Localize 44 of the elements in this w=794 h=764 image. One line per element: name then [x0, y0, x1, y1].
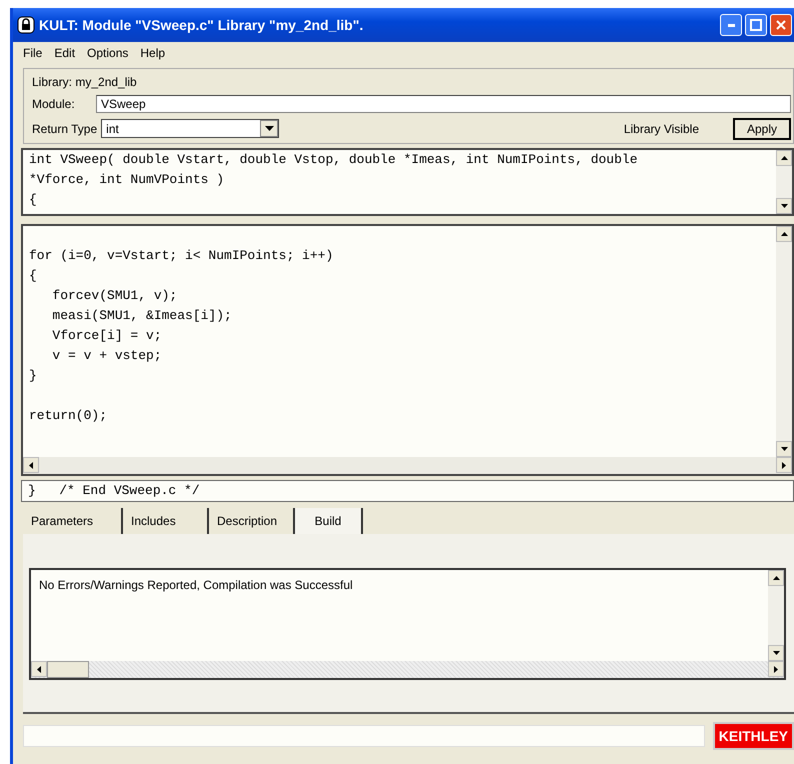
- right-arrow-icon: [774, 666, 778, 672]
- code-text: int VSweep( double Vstart, double Vstop, double *Imeas, int NumIPoints, double *Vforce, int NumVPoints ) {: [28, 151, 638, 209]
- maximize-button[interactable]: [745, 14, 767, 36]
- down-arrow-icon: [772, 651, 780, 655]
- minimize-icon: [728, 24, 734, 26]
- tab[interactable]: Build: [295, 508, 363, 534]
- code-text: for (i=0, v=Vstart; i< NumIPoints; i++) { forcev(SMU1, v); measi(SMU1, &Imeas[i]); Vforce[i] = v; v = v + vstep; } return(0);: [28, 247, 334, 425]
- module-label: Module:: [32, 96, 76, 110]
- library-label: Library: my_2nd_lib: [32, 75, 138, 89]
- lock-icon: [17, 16, 35, 34]
- window-title: KULT: Module "VSweep.c" Library "my_2nd_lib".: [39, 17, 364, 33]
- code-text: } /* End VSweep.c */: [21, 480, 794, 502]
- dropdown-arrow-icon: [264, 126, 274, 131]
- left-arrow-icon: [29, 462, 33, 468]
- menu-item[interactable]: Options: [87, 46, 128, 60]
- close-button[interactable]: [770, 14, 792, 36]
- horizontal-scrollbar[interactable]: [23, 457, 792, 474]
- brand-logo: KEITHLEY: [712, 722, 794, 750]
- return-type-label: Return Type: [32, 122, 98, 136]
- left-arrow-icon: [37, 666, 41, 672]
- horizontal-scrollbar[interactable]: [31, 661, 784, 678]
- up-arrow-icon: [780, 232, 788, 236]
- down-arrow-icon: [780, 447, 788, 451]
- vertical-scrollbar[interactable]: [776, 150, 792, 214]
- return-type-dropdown[interactable]: int: [101, 119, 280, 138]
- close-icon: [776, 20, 786, 30]
- maximize-icon: [750, 19, 762, 31]
- code-editor[interactable]: for (i=0, v=Vstart; i< NumIPoints; i++) { forcev(SMU1, v); measi(SMU1, &Imeas[i]); Vforce[i] = v; v = v + vstep; } return(0);: [21, 224, 794, 476]
- up-arrow-icon: [780, 156, 788, 160]
- menu-item[interactable]: Help: [140, 46, 166, 60]
- module-field[interactable]: VSweep: [96, 94, 791, 112]
- up-arrow-icon: [772, 576, 780, 580]
- vertical-scrollbar[interactable]: [768, 570, 784, 661]
- menu-item[interactable]: File: [23, 46, 42, 60]
- scrollbar-thumb[interactable]: [47, 661, 89, 678]
- menu-item[interactable]: Edit: [54, 46, 76, 60]
- build-message: No Errors/Warnings Reported, Compilation was Successful: [38, 577, 354, 594]
- right-arrow-icon: [782, 462, 786, 468]
- library-visible-label: Library Visible: [624, 122, 699, 136]
- down-arrow-icon: [780, 204, 788, 208]
- apply-button[interactable]: Apply: [733, 118, 791, 140]
- code-editor[interactable]: int VSweep( double Vstart, double Vstop, double *Imeas, int NumIPoints, double *Vforce, int NumVPoints ) {: [21, 148, 794, 216]
- vertical-scrollbar[interactable]: [776, 226, 792, 457]
- minimize-button[interactable]: [720, 14, 742, 36]
